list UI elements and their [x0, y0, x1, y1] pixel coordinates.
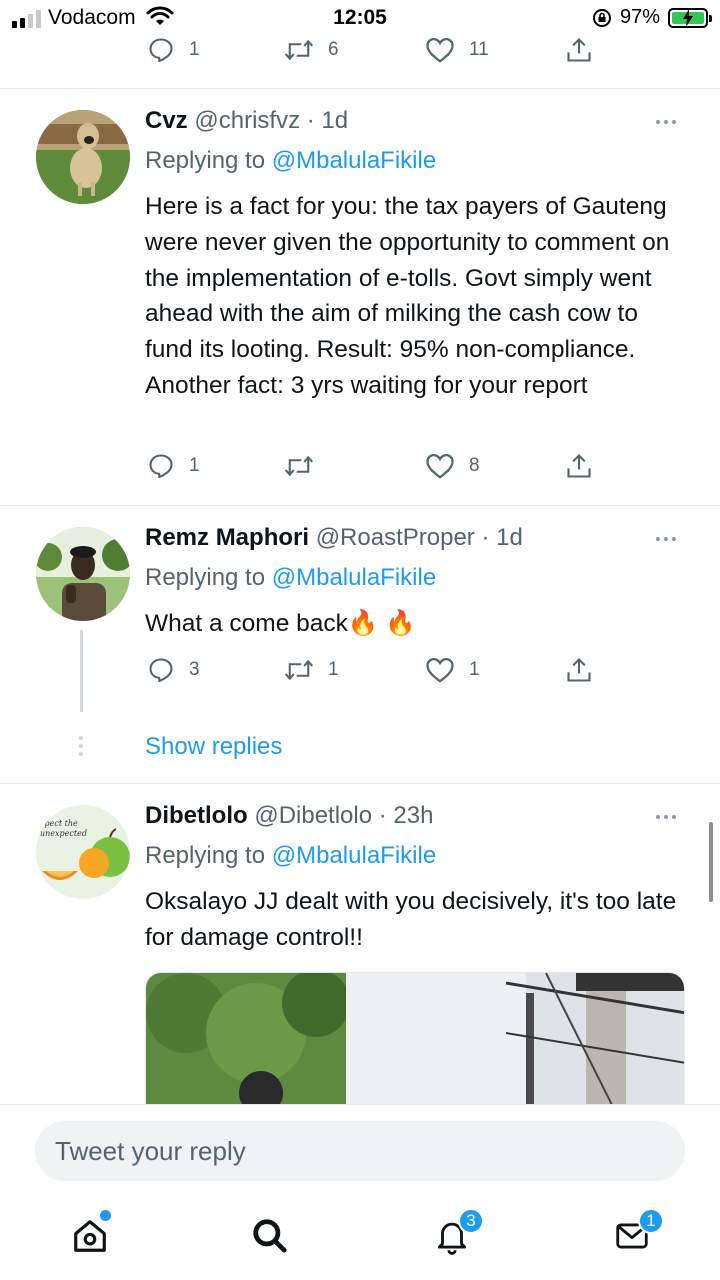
tweet-text: What a come back🔥 🔥	[145, 610, 416, 637]
like-button[interactable]: 11	[425, 36, 489, 64]
tweet-text: Oksalayo JJ dealt with you decisively, i…	[145, 888, 677, 951]
like-button[interactable]: 8	[425, 452, 480, 480]
tab-search[interactable]	[240, 1206, 300, 1266]
replying-to-handle[interactable]: @MbalulaFikile	[272, 842, 436, 869]
battery-icon	[668, 8, 712, 28]
notifications-badge: 3	[458, 1208, 484, 1234]
avatar-caption: xpect the unexpected	[40, 819, 87, 838]
reply-icon	[149, 454, 173, 479]
heart-icon	[426, 37, 454, 63]
replying-to-label: Replying to	[145, 564, 272, 591]
thread-dots	[79, 736, 83, 756]
retweet-button[interactable]: 1	[284, 656, 339, 684]
search-icon	[253, 1219, 287, 1253]
tweet-text: Here is a fact for you: the tax payers o…	[145, 193, 670, 399]
share-icon	[567, 658, 591, 682]
bottom-tab-bar: 3 1	[0, 1196, 720, 1280]
battery-percent: 97%	[620, 6, 661, 28]
clock: 12:05	[333, 6, 387, 29]
avatar[interactable]	[36, 110, 130, 204]
more-options-icon[interactable]	[656, 537, 676, 541]
handle-and-time: @chrisfvz · 1d	[194, 107, 349, 134]
tweet-header: Cvz @chrisfvz · 1d	[145, 107, 348, 135]
replying-to: Replying to @MbalulaFikile	[145, 147, 436, 175]
display-name[interactable]: Dibetlolo	[145, 802, 248, 829]
status-bar: Vodacom 12:05 97%	[0, 0, 720, 36]
heart-icon	[426, 453, 454, 479]
handle-and-time: @Dibetlolo · 23h	[254, 802, 434, 829]
tweet[interactable]: Remz Maphori @RoastProper · 1d Replying …	[0, 506, 720, 784]
retweet-icon	[284, 39, 314, 61]
home-icon	[74, 1220, 106, 1252]
new-content-dot	[100, 1210, 111, 1221]
handle-and-time: @RoastProper · 1d	[315, 524, 523, 551]
show-replies-link[interactable]: Show replies	[145, 733, 282, 761]
avatar[interactable]: xpect the unexpected	[36, 805, 130, 899]
replying-to: Replying to @MbalulaFikile	[145, 842, 436, 870]
reply-button[interactable]: 1	[147, 36, 200, 64]
display-name[interactable]: Cvz	[145, 107, 188, 134]
share-button[interactable]	[565, 36, 593, 64]
tweet-media-image[interactable]	[145, 972, 685, 1112]
heart-icon	[426, 657, 454, 683]
like-button[interactable]: 1	[425, 656, 480, 684]
messages-badge: 1	[638, 1208, 664, 1234]
avatar[interactable]	[36, 527, 130, 621]
retweet-button[interactable]: 6	[284, 36, 339, 64]
previous-tweet-actions: 1 6 11	[0, 34, 720, 68]
tweet-header: Dibetlolo @Dibetlolo · 23h	[145, 802, 433, 830]
tweet[interactable]: Cvz @chrisfvz · 1d Replying to @MbalulaF…	[0, 89, 720, 505]
replying-to-label: Replying to	[145, 842, 272, 869]
share-button[interactable]	[565, 656, 593, 684]
retweet-count: 6	[328, 39, 339, 60]
retweet-count: 1	[328, 659, 339, 680]
replying-to: Replying to @MbalulaFikile	[145, 564, 436, 592]
reply-button[interactable]: 3	[147, 656, 200, 684]
replying-to-label: Replying to	[145, 147, 272, 174]
more-options-icon[interactable]	[656, 815, 676, 819]
share-button[interactable]	[565, 452, 593, 480]
thread-line	[80, 630, 83, 712]
scrollbar[interactable]	[709, 822, 713, 902]
reply-count: 3	[189, 659, 200, 680]
retweet-icon	[284, 455, 314, 477]
tweet-reply-input[interactable]	[35, 1121, 685, 1181]
reply-count: 1	[189, 455, 200, 476]
tab-messages[interactable]: 1	[602, 1206, 664, 1266]
more-options-icon[interactable]	[656, 120, 676, 124]
share-icon	[567, 454, 591, 478]
tweet-header: Remz Maphori @RoastProper · 1d	[145, 524, 523, 552]
reply-button[interactable]: 1	[147, 452, 200, 480]
display-name[interactable]: Remz Maphori	[145, 524, 309, 551]
reply-count: 1	[189, 39, 200, 60]
reply-icon	[149, 658, 173, 683]
like-count: 1	[469, 659, 480, 680]
reply-icon	[149, 38, 173, 63]
like-count: 11	[469, 39, 489, 60]
share-icon	[567, 38, 591, 62]
replying-to-handle[interactable]: @MbalulaFikile	[272, 147, 436, 174]
rotation-lock-icon	[592, 8, 612, 33]
tab-notifications[interactable]: 3	[422, 1206, 484, 1266]
like-count: 8	[469, 455, 480, 476]
tab-home[interactable]	[60, 1206, 120, 1266]
retweet-button[interactable]	[284, 452, 328, 480]
retweet-icon	[284, 659, 314, 681]
replying-to-handle[interactable]: @MbalulaFikile	[272, 564, 436, 591]
